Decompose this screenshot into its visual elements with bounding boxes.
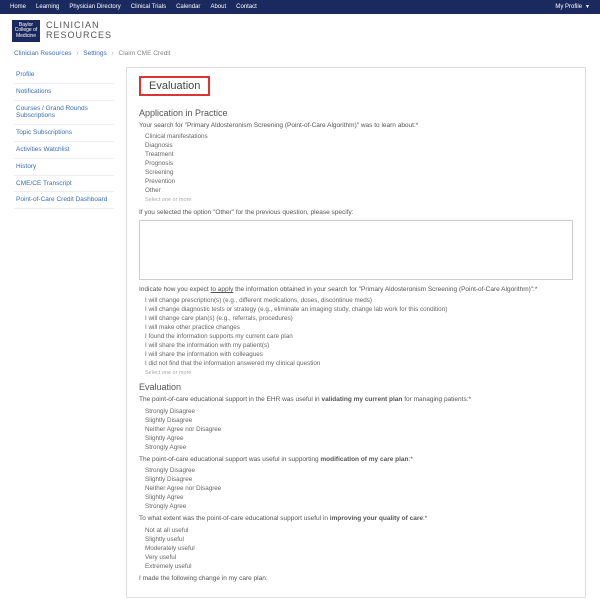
nav-link[interactable]: Learning: [36, 4, 59, 10]
question-label: Indicate how you expect to apply the inf…: [139, 286, 573, 294]
answer-option[interactable]: Diagnosis: [145, 141, 573, 150]
answer-option[interactable]: Slightly Agree: [145, 493, 573, 502]
other-specify-textarea[interactable]: [139, 220, 573, 280]
my-profile-menu[interactable]: My Profile ▼: [555, 4, 590, 10]
answer-option[interactable]: Prevention: [145, 177, 573, 186]
answer-option[interactable]: I will change prescription(s) (e.g., dif…: [145, 296, 573, 305]
answer-option[interactable]: Neither Agree nor Disagree: [145, 484, 573, 493]
sidebar-item[interactable]: CME/CE Transcript: [14, 176, 114, 193]
answer-option[interactable]: Other: [145, 186, 573, 195]
nav-link[interactable]: About: [210, 4, 226, 10]
nav-link[interactable]: Calendar: [176, 4, 200, 10]
answer-option[interactable]: Clinical manifestations: [145, 132, 573, 141]
answer-option[interactable]: Moderately useful: [145, 544, 573, 553]
sidebar-item[interactable]: Courses / Grand Rounds Subscriptions: [14, 101, 114, 126]
answer-option[interactable]: Slightly Disagree: [145, 475, 573, 484]
answer-option[interactable]: Screening: [145, 168, 573, 177]
answer-option[interactable]: Not at all useful: [145, 526, 573, 535]
chevron-down-icon: ▼: [585, 4, 590, 10]
answer-option[interactable]: I found the information supports my curr…: [145, 332, 573, 341]
sidebar-item[interactable]: Topic Subscriptions: [14, 125, 114, 142]
answer-option[interactable]: I will change diagnostic tests or strate…: [145, 305, 573, 314]
sidebar-item[interactable]: History: [14, 159, 114, 176]
settings-sidebar: ProfileNotificationsCourses / Grand Roun…: [14, 67, 114, 598]
question-label: I made the following change in my care p…: [139, 575, 573, 583]
select-hint: Select one or more: [145, 370, 573, 376]
answer-option[interactable]: Slightly Disagree: [145, 416, 573, 425]
my-profile-label: My Profile: [555, 4, 582, 10]
answer-option[interactable]: Extremely useful: [145, 562, 573, 571]
answer-option[interactable]: Strongly Disagree: [145, 466, 573, 475]
answer-option[interactable]: Strongly Agree: [145, 443, 573, 452]
question-label: The point-of-care educational support in…: [139, 396, 573, 404]
site-title: CLINICIAN RESOURCES: [46, 21, 112, 41]
breadcrumb-link[interactable]: Clinician Resources: [14, 50, 71, 57]
nav-link[interactable]: Contact: [236, 4, 257, 10]
sidebar-item[interactable]: Notifications: [14, 84, 114, 101]
answer-option[interactable]: Slightly Agree: [145, 434, 573, 443]
answer-option[interactable]: Prognosis: [145, 159, 573, 168]
site-header: Baylor College of Medicine CLINICIAN RES…: [0, 14, 600, 48]
answer-option[interactable]: Neither Agree nor Disagree: [145, 425, 573, 434]
breadcrumb: Clinician Resources › Settings › Claim C…: [0, 48, 600, 63]
nav-link[interactable]: Physician Directory: [69, 4, 120, 10]
sidebar-item[interactable]: Activities Watchlist: [14, 142, 114, 159]
nav-link[interactable]: Home: [10, 4, 26, 10]
top-nav-bar: Home Learning Physician Directory Clinical …: [0, 0, 600, 14]
answer-option[interactable]: I will change care plan(s) (e.g., referr…: [145, 314, 573, 323]
bcm-logo: Baylor College of Medicine: [12, 20, 40, 42]
question-label: Your search for "Primary Aldosteronism S…: [139, 122, 573, 130]
question-label: If you selected the option "Other" for t…: [139, 209, 573, 217]
sidebar-item[interactable]: Point-of-Care Credit Dashboard: [14, 192, 114, 209]
question-label: The point-of-care educational support wa…: [139, 456, 573, 464]
answer-option[interactable]: I will make other practice changes: [145, 323, 573, 332]
answer-option[interactable]: Very useful: [145, 553, 573, 562]
breadcrumb-link[interactable]: Settings: [83, 50, 107, 57]
answer-option[interactable]: I will share the information with collea…: [145, 350, 573, 359]
page-title: Evaluation: [139, 76, 210, 96]
answer-option[interactable]: Strongly Agree: [145, 502, 573, 511]
nav-link[interactable]: Clinical Trials: [131, 4, 166, 10]
answer-option[interactable]: Strongly Disagree: [145, 407, 573, 416]
section-heading: Application in Practice: [139, 108, 573, 118]
evaluation-form: Evaluation Application in Practice Your …: [126, 67, 586, 598]
answer-option[interactable]: I did not find that the information answ…: [145, 359, 573, 368]
answer-option[interactable]: I will share the information with my pat…: [145, 341, 573, 350]
answer-option[interactable]: Treatment: [145, 150, 573, 159]
question-label: To what extent was the point-of-care edu…: [139, 515, 573, 523]
breadcrumb-current: Claim CME Credit: [119, 50, 171, 57]
select-hint: Select one or more: [145, 197, 573, 203]
answer-option[interactable]: Slightly useful: [145, 535, 573, 544]
section-heading: Evaluation: [139, 382, 573, 392]
sidebar-item[interactable]: Profile: [14, 67, 114, 84]
